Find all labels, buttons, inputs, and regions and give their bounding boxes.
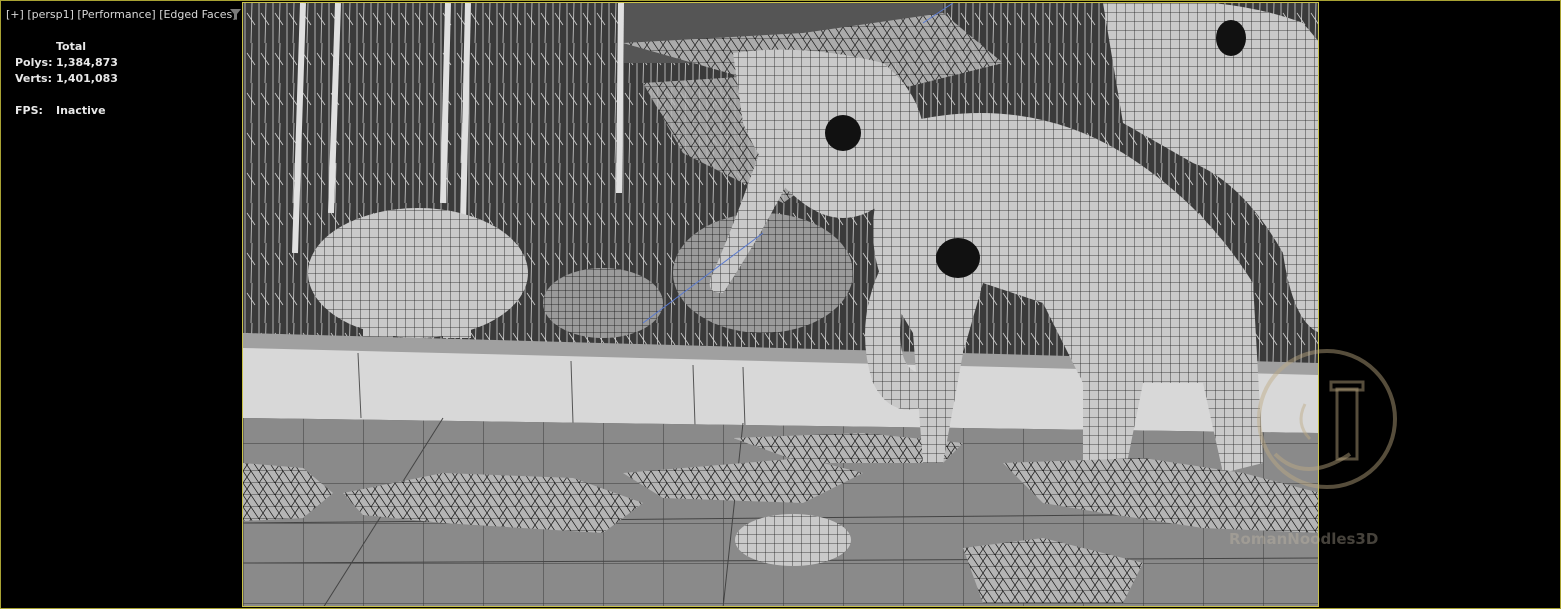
fps-value: Inactive xyxy=(56,104,106,117)
viewport-view-button[interactable]: [persp1] xyxy=(27,8,74,21)
stats-header: Total xyxy=(56,40,87,53)
statistics-overlay: Total Polys: 1,384,873 Verts: 1,401,083 … xyxy=(15,39,118,119)
filter-icon[interactable] xyxy=(229,8,242,21)
polys-value: 1,384,873 xyxy=(56,56,118,69)
viewport-label: [+] [persp1] [Performance] [Edged Faces] xyxy=(6,8,237,21)
render-viewport[interactable] xyxy=(242,2,1319,607)
scene-render xyxy=(243,3,1318,606)
polys-label: Polys: xyxy=(15,56,53,69)
viewport-shading-button[interactable]: [Edged Faces] xyxy=(159,8,236,21)
verts-value: 1,401,083 xyxy=(56,72,118,85)
watermark-text: RomanNoodles3D xyxy=(1229,530,1379,548)
viewport-menu-button[interactable]: [+] xyxy=(6,8,24,21)
verts-label: Verts: xyxy=(15,72,53,85)
watermark-logo-icon xyxy=(1257,349,1397,489)
fps-label: FPS: xyxy=(15,104,43,117)
viewport-mode-button[interactable]: [Performance] xyxy=(77,8,155,21)
